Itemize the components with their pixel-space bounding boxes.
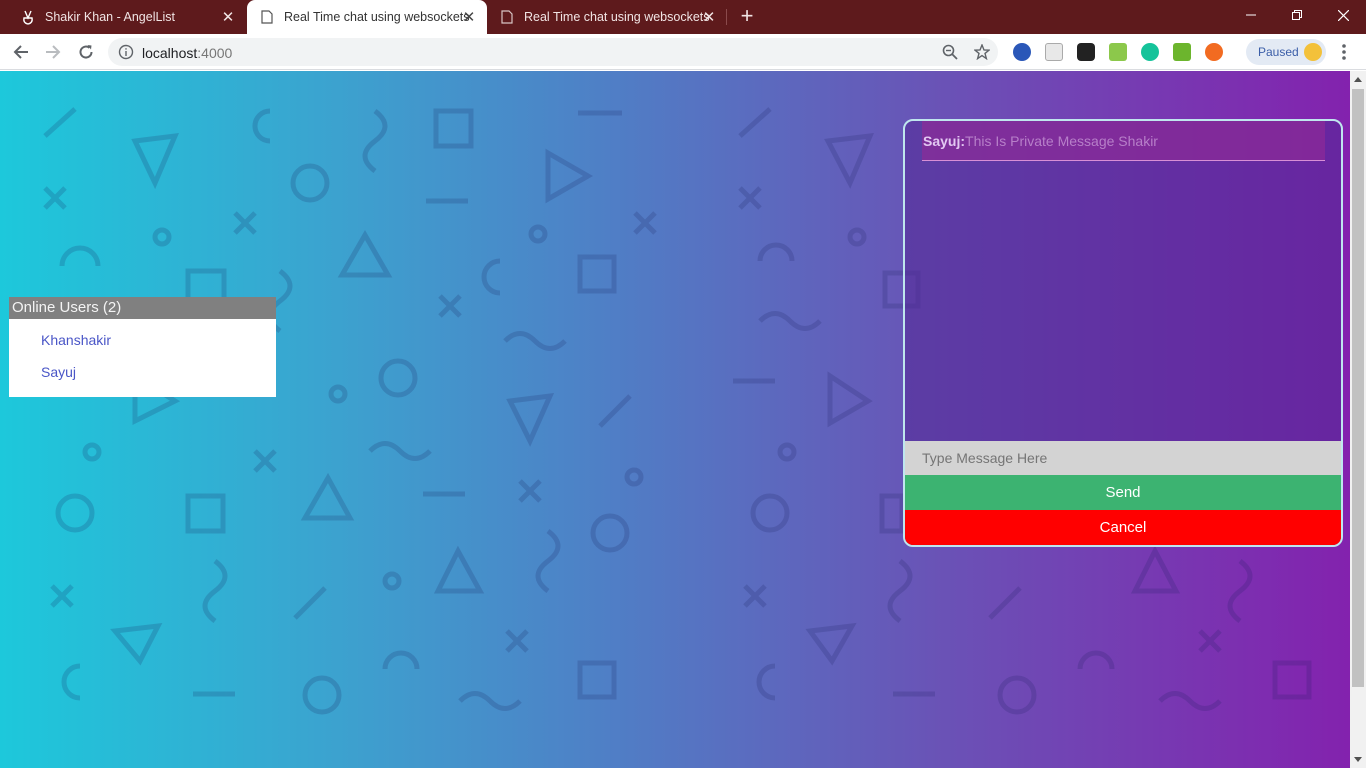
tab-divider [726,9,727,25]
private-chat-box: Sayuj:This Is Private Message Shakir Sen… [903,119,1343,547]
cancel-button[interactable]: Cancel [905,510,1341,545]
extension-download-icon[interactable] [1173,43,1191,61]
page-background: Online Users (2) Khanshakir Sayuj Sayuj:… [0,71,1350,768]
tab-title: Real Time chat using websockets [524,10,710,24]
online-users-title: Online Users (2) [9,297,276,319]
close-icon[interactable]: ✕ [220,9,236,25]
message-sender: Sayuj: [923,133,966,149]
tab-strip: Shakir Khan - AngelList ✕ Real Time chat… [0,0,1366,34]
extension-lifebuoy-icon[interactable] [1205,43,1223,61]
scroll-down-arrow-icon[interactable] [1354,757,1362,762]
page-icon [499,9,515,25]
extension-nodejs-icon[interactable] [1109,43,1127,61]
user-link[interactable]: Khanshakir [41,324,276,356]
forward-arrow-icon[interactable] [41,40,65,64]
browser-toolbar: localhost:4000 Paused [0,34,1366,70]
tab-title: Shakir Khan - AngelList [45,10,175,24]
restore-button[interactable] [1274,0,1320,30]
url-text: localhost:4000 [142,45,233,61]
angellist-icon [20,9,36,25]
minimize-button[interactable] [1228,0,1274,30]
close-window-button[interactable] [1320,0,1366,30]
extension-globe-icon[interactable] [1013,43,1031,61]
message-input[interactable] [905,441,1341,475]
extension-briefcase-icon[interactable] [1045,43,1063,61]
close-icon[interactable]: ✕ [461,9,477,25]
zoom-icon[interactable] [942,44,958,60]
address-bar[interactable]: localhost:4000 [108,38,998,66]
close-icon[interactable]: ✕ [701,9,717,25]
tab-chat[interactable]: Real Time chat using websockets ✕ [487,0,727,34]
tab-title: Real Time chat using websockets [284,10,470,24]
tab-angellist[interactable]: Shakir Khan - AngelList ✕ [0,0,246,34]
page-scrollbar[interactable] [1350,71,1366,768]
scrollbar-thumb[interactable] [1352,89,1364,687]
extension-grammarly-icon[interactable] [1141,43,1159,61]
online-users-panel: Online Users (2) Khanshakir Sayuj [9,297,276,397]
profile-status-label: Paused [1258,45,1299,59]
extension-tracker-icon[interactable] [1077,43,1095,61]
message-text: This Is Private Message Shakir [965,133,1158,149]
avatar [1304,43,1322,61]
chat-message: Sayuj:This Is Private Message Shakir [922,121,1325,161]
profile-paused-button[interactable]: Paused [1246,39,1326,65]
reload-icon[interactable] [74,40,98,64]
send-button[interactable]: Send [905,475,1341,510]
menu-kebab-icon[interactable] [1336,43,1352,61]
scroll-up-arrow-icon[interactable] [1354,77,1362,82]
tab-chat-active[interactable]: Real Time chat using websockets ✕ [247,0,487,34]
info-icon[interactable] [118,44,134,60]
back-arrow-icon[interactable] [9,40,33,64]
star-icon[interactable] [974,44,990,60]
user-link[interactable]: Sayuj [41,356,276,388]
page-icon [259,9,275,25]
new-tab-button[interactable]: + [736,5,758,28]
